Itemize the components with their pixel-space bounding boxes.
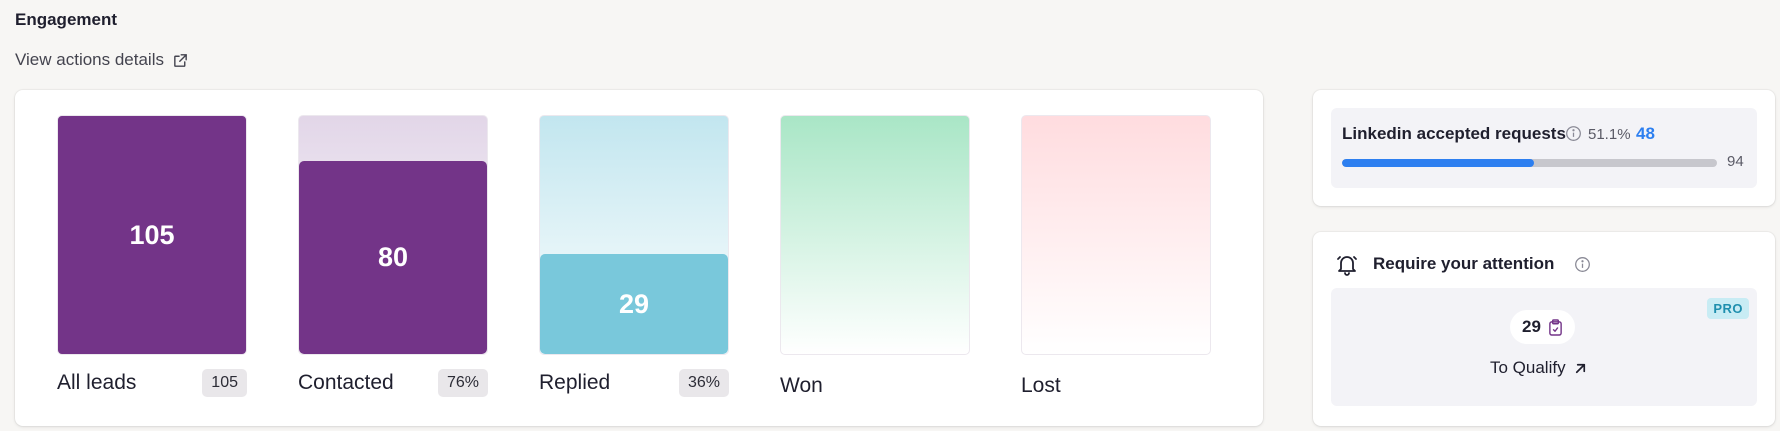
pro-badge: PRO	[1707, 298, 1749, 319]
stage-label: Replied	[539, 371, 611, 394]
funnel-card: 105 All leads 105 80 Contacted 76% 29 Re…	[15, 90, 1263, 426]
attention-card: Require your attention PRO 29 To Qualify	[1313, 232, 1775, 426]
stage-label: Lost	[1021, 374, 1061, 397]
stage-bar-fill: 29	[540, 254, 728, 354]
attention-panel: PRO 29 To Qualify	[1331, 288, 1757, 406]
stage-label: Won	[780, 374, 823, 397]
external-link-icon	[174, 53, 187, 67]
stage-bar-fill: 80	[299, 161, 487, 354]
stage-badge: 105	[202, 369, 247, 397]
bell-icon	[1337, 256, 1357, 276]
view-actions-details-link[interactable]: View actions details	[15, 50, 189, 70]
qualify-count: 29	[1522, 317, 1541, 336]
stage-value: 80	[377, 242, 409, 273]
linkedin-title: Linkedin accepted requests	[1342, 124, 1566, 143]
section-title: Engagement	[15, 10, 118, 29]
info-icon[interactable]	[1565, 125, 1582, 142]
funnel-stage-contacted[interactable]: 80 Contacted 76%	[298, 115, 488, 397]
view-actions-details-label: View actions details	[15, 50, 164, 69]
funnel-stage-lost[interactable]: Lost	[1021, 115, 1211, 397]
funnel-stage-all-leads[interactable]: 105 All leads 105	[57, 115, 247, 397]
stage-value: 29	[618, 288, 650, 319]
linkedin-percent: 51.1%	[1588, 126, 1631, 143]
qualify-count-pill[interactable]: 29	[1510, 310, 1575, 344]
linkedin-card: Linkedin accepted requests 51.1% 48 94	[1313, 90, 1775, 206]
attention-title: Require your attention	[1373, 254, 1555, 273]
funnel-stage-replied[interactable]: 29 Replied 36%	[539, 115, 729, 397]
stage-badge: 76%	[437, 369, 488, 397]
stage-label: Contacted	[298, 371, 394, 394]
stage-value: 105	[129, 219, 175, 250]
linkedin-progress-track	[1342, 159, 1717, 167]
stage-bar-fill: 105	[58, 116, 246, 354]
linkedin-total: 94	[1727, 153, 1744, 170]
linkedin-accepted-count: 48	[1636, 124, 1655, 143]
stage-bar: 80	[298, 115, 488, 355]
stage-label: All leads	[57, 371, 137, 394]
stage-bar: 29	[539, 115, 729, 355]
stage-badge: 36%	[678, 369, 729, 397]
funnel-stage-won[interactable]: Won	[780, 115, 970, 397]
stage-bar	[1021, 115, 1211, 355]
arrow-up-right-icon	[1575, 363, 1585, 373]
linkedin-progress-fill	[1342, 159, 1534, 167]
to-qualify-link[interactable]: To Qualify	[1490, 358, 1588, 378]
stage-bar	[780, 115, 970, 355]
to-qualify-label: To Qualify	[1490, 358, 1566, 377]
stage-bar: 105	[57, 115, 247, 355]
info-icon[interactable]	[1574, 256, 1591, 273]
clipboard-icon	[1549, 318, 1562, 336]
linkedin-stats-panel: Linkedin accepted requests 51.1% 48 94	[1331, 108, 1757, 188]
